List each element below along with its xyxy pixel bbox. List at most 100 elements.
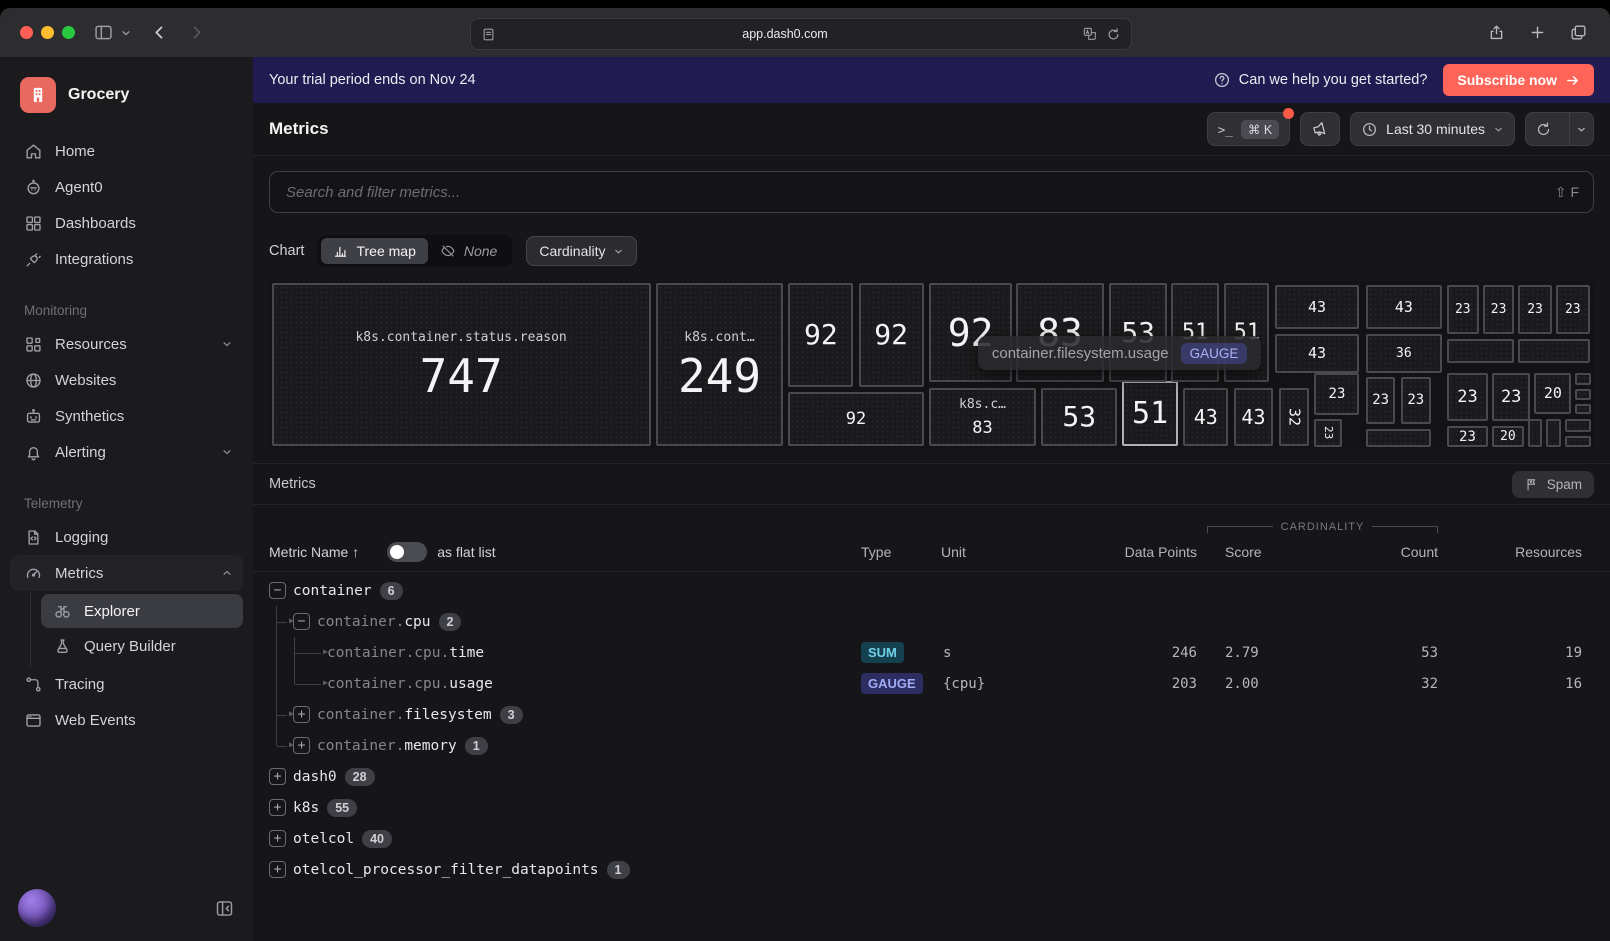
time-range-selector[interactable]: Last 30 minutes — [1350, 112, 1515, 146]
treemap-tile-43[interactable]: 43 — [1234, 388, 1274, 447]
sidebar-item-metrics[interactable]: Metrics — [10, 555, 243, 591]
flat-list-toggle[interactable] — [387, 542, 427, 562]
treemap-tile-23[interactable]: 23 — [1401, 377, 1431, 424]
share-icon[interactable] — [1487, 23, 1506, 42]
browser-sidebar-icon[interactable] — [93, 22, 114, 43]
sidebar-item-explorer[interactable]: Explorer — [41, 594, 243, 628]
treemap-tile[interactable] — [1366, 429, 1431, 447]
treemap-tile-249[interactable]: k8s.cont…249 — [656, 283, 783, 446]
search-box[interactable]: ⇧ F — [269, 171, 1594, 213]
window-zoom-button[interactable] — [62, 26, 75, 39]
forward-icon[interactable] — [187, 23, 206, 42]
col-unit[interactable]: Unit — [941, 544, 1037, 560]
treemap-tile-51[interactable]: 51 — [1224, 283, 1269, 382]
metric-row-container-cpu-usage[interactable]: ▸container.cpu.usageGAUGE{cpu}2032.00321… — [269, 668, 1582, 699]
new-tab-icon[interactable] — [1528, 23, 1547, 42]
treemap-tile[interactable] — [1518, 339, 1590, 363]
treemap-tile-36[interactable]: 36 — [1366, 334, 1442, 373]
metric-row-otelcol[interactable]: +otelcol40 — [269, 823, 1582, 854]
treemap-tile[interactable] — [1565, 436, 1592, 448]
treemap-tile-23[interactable]: 23 — [1556, 285, 1590, 334]
treemap-tile-43[interactable]: 43 — [1275, 334, 1360, 373]
treemap-tile[interactable] — [1575, 373, 1591, 385]
sidebar-item-synthetics[interactable]: Synthetics — [10, 398, 243, 434]
refresh-options-caret[interactable] — [1569, 113, 1593, 145]
dimension-dropdown[interactable]: Cardinality — [526, 236, 637, 266]
treemap-tile-83[interactable]: k8s.c…83 — [929, 388, 1036, 447]
metric-row-dash0[interactable]: +dash028 — [269, 761, 1582, 792]
treemap-tile[interactable] — [1546, 419, 1561, 448]
refresh-button-group[interactable] — [1525, 112, 1594, 146]
sidebar-item-web-events[interactable]: Web Events — [10, 702, 243, 738]
spam-button[interactable]: Spam — [1512, 471, 1594, 498]
subscribe-button[interactable]: Subscribe now — [1443, 64, 1594, 96]
sidebar-item-alerting[interactable]: Alerting — [10, 434, 243, 470]
treemap-tile-23[interactable]: 23 — [1518, 285, 1551, 334]
treemap-tile-51[interactable]: 51 — [1122, 381, 1178, 446]
announcements-button[interactable] — [1300, 112, 1340, 146]
expand-icon[interactable]: + — [269, 830, 286, 847]
treemap-tile-43[interactable]: 43 — [1183, 388, 1228, 447]
treemap-tile[interactable] — [1565, 419, 1592, 432]
col-data-points[interactable]: Data Points — [1037, 544, 1197, 560]
treemap-tile-53[interactable]: 53 — [1041, 388, 1117, 447]
org-switcher[interactable]: Grocery — [0, 57, 253, 127]
col-score[interactable]: Score — [1197, 544, 1327, 560]
metric-row-container[interactable]: −container6 — [269, 575, 1582, 606]
col-resources[interactable]: Resources — [1462, 544, 1582, 560]
treemap-tile-23[interactable]: 23 — [1366, 377, 1395, 424]
treemap-tile-92[interactable]: 92 — [859, 283, 924, 387]
expand-icon[interactable]: + — [269, 768, 286, 785]
sidebar-item-logging[interactable]: Logging — [10, 519, 243, 555]
metric-row-container-cpu-time[interactable]: ▸container.cpu.timeSUMs2462.795319 — [269, 637, 1582, 668]
sidebar-collapse-button[interactable] — [214, 898, 235, 919]
sidebar-item-integrations[interactable]: Integrations — [10, 241, 243, 277]
back-icon[interactable] — [150, 23, 169, 42]
expand-icon[interactable]: + — [293, 706, 310, 723]
metric-row-otelcol-processor-filter-datapoints[interactable]: +otelcol_processor_filter_datapoints1 — [269, 854, 1582, 885]
treemap-tile-83[interactable]: 83 — [1016, 283, 1103, 382]
reader-icon[interactable] — [481, 27, 496, 42]
treemap-tile-23[interactable]: 23 — [1492, 373, 1530, 421]
sidebar-item-query-builder[interactable]: Query Builder — [41, 629, 243, 663]
treemap-tile-51[interactable]: 51 — [1171, 283, 1219, 382]
user-avatar[interactable] — [18, 889, 56, 927]
expand-icon[interactable]: + — [269, 861, 286, 878]
metric-row-k8s[interactable]: +k8s55 — [269, 792, 1582, 823]
treemap-tile-23[interactable]: 23 — [1447, 373, 1488, 421]
url-bar[interactable]: app.dash0.com — [470, 18, 1132, 50]
sidebar-item-tracing[interactable]: Tracing — [10, 666, 243, 702]
metric-row-container-cpu[interactable]: ▸−container.cpu2 — [269, 606, 1582, 637]
treemap-tile-92[interactable]: 92 — [929, 283, 1012, 382]
sidebar-item-dashboards[interactable]: Dashboards — [10, 205, 243, 241]
treemap-tile-23[interactable]: 23 — [1314, 419, 1342, 447]
chevron-down-icon[interactable] — [120, 27, 132, 39]
window-minimize-button[interactable] — [41, 26, 54, 39]
treemap-tile[interactable] — [1575, 404, 1591, 414]
treemap-tile-23[interactable]: 23 — [1314, 373, 1359, 415]
sidebar-item-resources[interactable]: Resources — [10, 326, 243, 362]
window-close-button[interactable] — [20, 26, 33, 39]
treemap-tile-92[interactable]: 92 — [788, 283, 853, 387]
expand-icon[interactable]: + — [293, 737, 310, 754]
chart-type-none[interactable]: None — [428, 238, 509, 264]
refresh-icon[interactable] — [1526, 113, 1561, 145]
treemap-tile-53[interactable]: 53 — [1109, 283, 1167, 382]
treemap-tile-32[interactable]: 32 — [1279, 388, 1309, 447]
col-count[interactable]: Count — [1327, 544, 1462, 560]
col-type[interactable]: Type — [845, 544, 941, 560]
treemap-tile[interactable] — [1575, 389, 1591, 401]
treemap-tile-747[interactable]: k8s.container.status.reason747 — [272, 283, 651, 446]
chart-type-treemap[interactable]: Tree map — [321, 238, 427, 264]
metric-row-container-memory[interactable]: ▸+container.memory1 — [269, 730, 1582, 761]
sidebar-item-agent0[interactable]: Agent0 — [10, 169, 243, 205]
sidebar-item-websites[interactable]: Websites — [10, 362, 243, 398]
reload-icon[interactable] — [1106, 27, 1121, 42]
treemap-tile-92[interactable]: 92 — [788, 392, 923, 446]
treemap-tile-43[interactable]: 43 — [1366, 285, 1442, 329]
treemap-tile-23[interactable]: 23 — [1447, 285, 1479, 334]
treemap-tile-23[interactable]: 23 — [1483, 285, 1515, 334]
search-input[interactable] — [284, 183, 1555, 202]
treemap-tile-23[interactable]: 23 — [1447, 426, 1488, 447]
treemap-tile-43[interactable]: 43 — [1275, 285, 1360, 329]
